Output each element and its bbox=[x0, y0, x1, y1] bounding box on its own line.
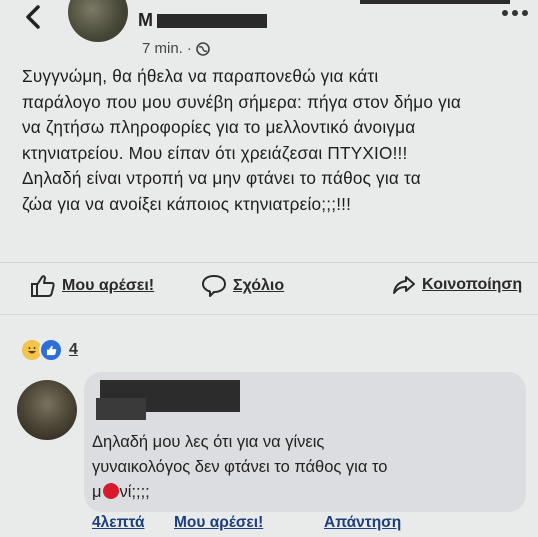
divider bbox=[0, 262, 538, 263]
redaction-bar bbox=[157, 13, 267, 28]
comment-text: Δηλαδή μου λες ότι για να γίνεις γυναικο… bbox=[92, 430, 387, 505]
share-label: Κοινοποίηση bbox=[422, 276, 523, 293]
reaction-count: 4 bbox=[69, 341, 78, 358]
thumbs-up-icon bbox=[31, 275, 55, 297]
comment-line-start: μ bbox=[92, 483, 102, 501]
redaction-bar bbox=[360, 0, 510, 4]
back-button[interactable] bbox=[18, 2, 48, 32]
meta-separator: · bbox=[186, 40, 192, 57]
post-meta: 7 min. · bbox=[142, 40, 210, 57]
share-arrow-icon bbox=[393, 276, 415, 294]
globe-icon bbox=[196, 41, 210, 56]
post-header: M 7 min. · bbox=[0, 0, 538, 62]
comment-like-link[interactable]: Μου αρέσει! bbox=[174, 514, 263, 532]
comment-line: γυναικολόγος δεν φτάνει το πάθος για το bbox=[92, 458, 388, 476]
like-label: Μου αρέσει! bbox=[62, 277, 155, 294]
more-options-icon[interactable] bbox=[502, 10, 528, 16]
post-line: κτηνιατρείου. Μου είπαν ότι χρειάζεσαι Π… bbox=[22, 142, 408, 163]
like-reaction-icon bbox=[39, 338, 63, 362]
author-initial: M bbox=[138, 10, 153, 30]
divider bbox=[0, 314, 538, 315]
post-body: Συγγνώμη, θα ήθελα να παραπονεθώ για κάτ… bbox=[22, 64, 522, 218]
post-line: παράλογο που μου συνέβη σήμερα: πήγα στο… bbox=[22, 91, 462, 112]
comment-line: Δηλαδή μου λες ότι για να γίνεις bbox=[92, 433, 325, 451]
comment-label: Σχόλιο bbox=[233, 277, 285, 294]
like-button[interactable]: Μου αρέσει! bbox=[30, 274, 154, 298]
action-bar: Μου αρέσει! Σχόλιο Κοινοποίηση bbox=[0, 270, 538, 306]
post-line: ζώα για να ανοίξει κάποιος κτηνιατρείο;;… bbox=[22, 193, 352, 214]
speech-bubble-icon bbox=[202, 275, 226, 297]
comment-time-link[interactable]: 4λεπτά bbox=[92, 514, 144, 532]
commenter-avatar[interactable] bbox=[17, 380, 77, 440]
comment-button[interactable]: Σχόλιο bbox=[201, 274, 284, 298]
author-name[interactable]: M bbox=[138, 10, 267, 31]
comment-reply-link[interactable]: Απάντηση bbox=[324, 514, 401, 532]
heart-sticker-icon bbox=[102, 483, 119, 499]
comment-line-end: νί;;;; bbox=[119, 483, 150, 501]
redaction-bar bbox=[96, 398, 146, 420]
post-line: να ζητήσω πληροφορίες για το μελλοντικό … bbox=[22, 117, 416, 138]
share-button[interactable]: Κοινοποίηση bbox=[392, 274, 522, 296]
post-line: Συγγνώμη, θα ήθελα να παραπονεθώ για κάτ… bbox=[22, 66, 379, 86]
author-avatar[interactable] bbox=[68, 0, 128, 42]
reactions-summary[interactable]: 4 bbox=[20, 338, 78, 362]
post-line: Δηλαδή είναι ντροπή να μην φτάνει το πάθ… bbox=[22, 168, 421, 189]
post-time[interactable]: 7 min. bbox=[142, 40, 183, 57]
back-arrow-icon bbox=[26, 5, 40, 29]
comment-line: μ νί;;;; bbox=[92, 480, 387, 505]
